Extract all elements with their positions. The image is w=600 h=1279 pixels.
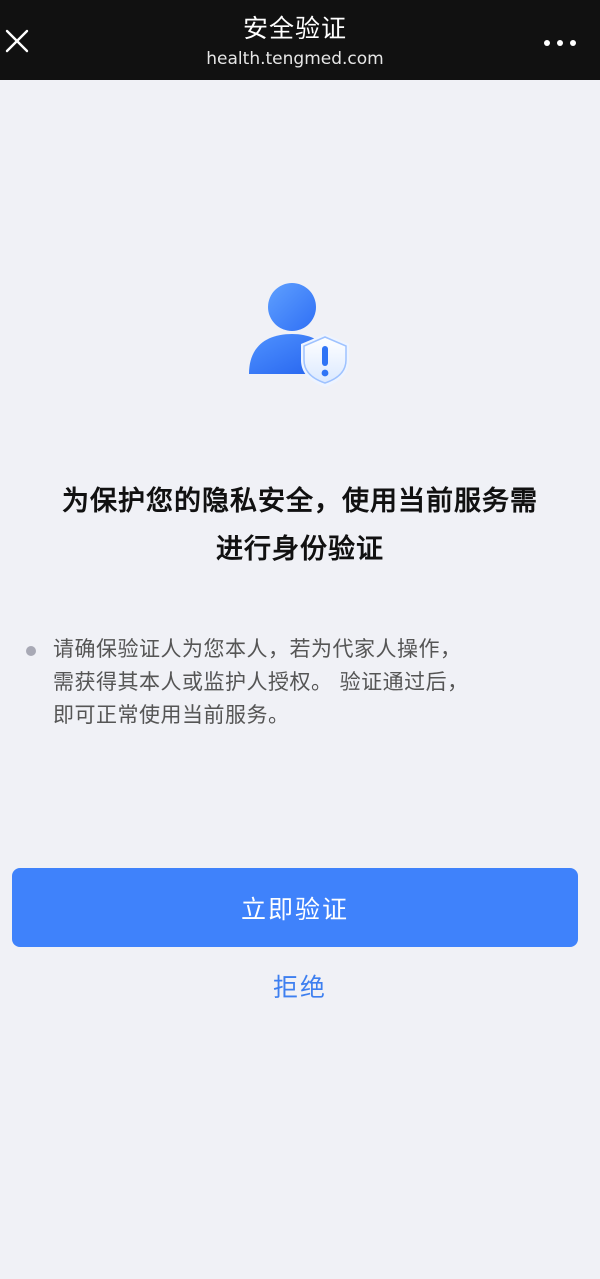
nav-title-group: 安全验证 health.tengmed.com [100, 12, 490, 71]
close-icon [5, 29, 29, 53]
more-icon [544, 40, 550, 46]
reject-button[interactable]: 拒绝 [200, 966, 400, 1010]
page-url: health.tengmed.com [206, 49, 384, 69]
notice-line-2: 需获得其本人或监护人授权。 验证通过后， [53, 670, 469, 694]
user-shield-alert-icon [247, 282, 351, 388]
headline-line-2: 进行身份验证 [216, 534, 384, 565]
notice-text: 请确保验证人为您本人，若为代家人操作， 需获得其本人或监护人授权。 验证通过后，… [53, 633, 563, 732]
verify-now-button[interactable]: 立即验证 [12, 868, 578, 947]
close-button[interactable] [2, 26, 32, 56]
page-title: 安全验证 [242, 14, 347, 43]
more-button[interactable] [544, 36, 576, 50]
notice-line-1: 请确保验证人为您本人，若为代家人操作， [53, 637, 462, 661]
navigation-bar: 安全验证 health.tengmed.com [0, 0, 600, 80]
notice-line-3: 即可正常使用当前服务。 [53, 703, 290, 727]
headline: 为保护您的隐私安全，使用当前服务需 进行身份验证 [20, 478, 580, 574]
headline-line-1: 为保护您的隐私安全，使用当前服务需 [62, 486, 538, 517]
bullet-dot [26, 646, 36, 656]
